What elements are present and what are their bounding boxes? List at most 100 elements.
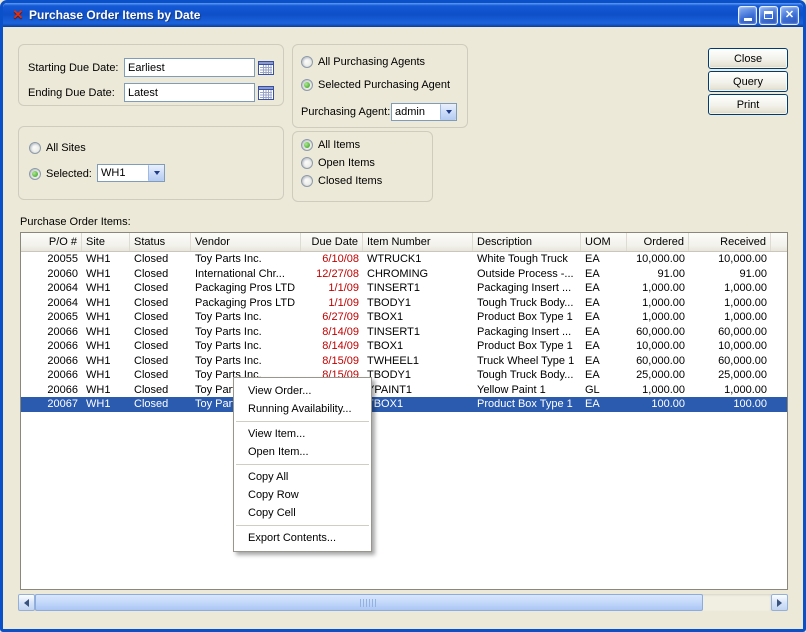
table-cell[interactable]: Packaging Insert ... [473, 281, 581, 296]
table-cell[interactable]: Product Box Type 1 [473, 310, 581, 325]
query-button[interactable]: Query [708, 71, 788, 92]
table-cell[interactable]: Toy Parts Inc. [191, 252, 301, 267]
table-cell[interactable]: Toy Parts Inc. [191, 339, 301, 354]
radio-open-items[interactable]: Open Items [301, 156, 375, 170]
table-row[interactable]: 20066WH1ClosedToy Parts Inc.YPAINT1Yello… [21, 383, 787, 398]
titlebar[interactable]: ✕ Purchase Order Items by Date ✕ [3, 3, 803, 27]
table-cell[interactable]: 20064 [21, 281, 82, 296]
table-cell[interactable]: TINSERT1 [363, 281, 473, 296]
table-cell[interactable]: CHROMING [363, 267, 473, 282]
titlebar-close-button[interactable]: ✕ [780, 6, 799, 25]
menu-item-view-item[interactable]: View Item... [234, 425, 371, 443]
table-cell[interactable]: 20066 [21, 383, 82, 398]
maximize-button[interactable] [759, 6, 778, 25]
site-combo[interactable]: WH1 [97, 164, 165, 182]
column-header-item-number[interactable]: Item Number [363, 233, 473, 251]
menu-item-copy-all[interactable]: Copy All [234, 468, 371, 486]
table-cell[interactable]: WH1 [82, 368, 130, 383]
table-cell[interactable]: WH1 [82, 296, 130, 311]
table-cell[interactable]: EA [581, 339, 627, 354]
horizontal-scrollbar[interactable] [18, 594, 788, 611]
table-cell[interactable]: TBODY1 [363, 368, 473, 383]
table-cell[interactable]: TBOX1 [363, 310, 473, 325]
starting-date-calendar-button[interactable] [257, 59, 275, 77]
table-cell[interactable]: EA [581, 354, 627, 369]
column-header-status[interactable]: Status [130, 233, 191, 251]
table-cell[interactable]: 1,000.00 [689, 296, 771, 311]
table-row[interactable]: 20066WH1ClosedToy Parts Inc.8/14/09TBOX1… [21, 339, 787, 354]
table-cell[interactable]: WH1 [82, 325, 130, 340]
table-row[interactable]: 20065WH1ClosedToy Parts Inc.6/27/09TBOX1… [21, 310, 787, 325]
table-cell[interactable]: 20065 [21, 310, 82, 325]
scroll-track[interactable] [35, 594, 771, 611]
table-cell[interactable]: 10,000.00 [627, 252, 689, 267]
table-cell[interactable]: Product Box Type 1 [473, 397, 581, 412]
table-cell[interactable]: Toy Parts Inc. [191, 325, 301, 340]
column-header-received[interactable]: Received [689, 233, 771, 251]
table-cell[interactable]: EA [581, 281, 627, 296]
table-cell[interactable]: Closed [130, 325, 191, 340]
table-cell[interactable]: EA [581, 267, 627, 282]
table-cell[interactable]: 1,000.00 [689, 383, 771, 398]
table-cell[interactable]: WH1 [82, 354, 130, 369]
table-cell[interactable]: 25,000.00 [627, 368, 689, 383]
radio-closed-items[interactable]: Closed Items [301, 174, 382, 188]
table-cell[interactable]: Closed [130, 354, 191, 369]
table-cell[interactable]: 1,000.00 [689, 310, 771, 325]
table-cell[interactable]: TBODY1 [363, 296, 473, 311]
table-cell[interactable]: 20067 [21, 397, 82, 412]
radio-all-sites[interactable]: All Sites [29, 141, 86, 155]
ending-date-calendar-button[interactable] [257, 84, 275, 102]
table-cell[interactable]: GL [581, 383, 627, 398]
table-cell[interactable]: YPAINT1 [363, 383, 473, 398]
table-cell[interactable]: 60,000.00 [627, 354, 689, 369]
minimize-button[interactable] [738, 6, 757, 25]
table-cell[interactable]: 1/1/09 [301, 281, 363, 296]
table-cell[interactable]: Outside Process -... [473, 267, 581, 282]
table-cell[interactable]: 1,000.00 [627, 310, 689, 325]
table-row[interactable]: 20066WH1ClosedToy Parts Inc.8/15/09TWHEE… [21, 354, 787, 369]
menu-item-open-item[interactable]: Open Item... [234, 443, 371, 461]
table-cell[interactable]: EA [581, 252, 627, 267]
table-cell[interactable]: EA [581, 325, 627, 340]
scroll-left-button[interactable] [18, 594, 35, 611]
table-cell[interactable]: EA [581, 296, 627, 311]
scroll-right-button[interactable] [771, 594, 788, 611]
radio-all-purchasing-agents[interactable]: All Purchasing Agents [301, 55, 425, 69]
table-cell[interactable]: 1,000.00 [627, 383, 689, 398]
table-cell[interactable]: 60,000.00 [627, 325, 689, 340]
table-cell[interactable]: 1,000.00 [689, 281, 771, 296]
table-cell[interactable]: Packaging Pros LTD [191, 296, 301, 311]
menu-item-copy-cell[interactable]: Copy Cell [234, 504, 371, 522]
table-cell[interactable]: Closed [130, 339, 191, 354]
table-row[interactable]: 20060WH1ClosedInternational Chr...12/27/… [21, 267, 787, 282]
table-cell[interactable]: 60,000.00 [689, 354, 771, 369]
table-cell[interactable]: 20066 [21, 325, 82, 340]
table-cell[interactable]: 91.00 [627, 267, 689, 282]
table-cell[interactable]: 20066 [21, 354, 82, 369]
table-cell[interactable]: 60,000.00 [689, 325, 771, 340]
table-cell[interactable]: WH1 [82, 310, 130, 325]
table-cell[interactable]: 10,000.00 [689, 339, 771, 354]
radio-all-items[interactable]: All Items [301, 138, 360, 152]
table-header[interactable]: P/O # Site Status Vendor Due Date Item N… [21, 233, 787, 252]
table-cell[interactable]: WH1 [82, 339, 130, 354]
table-cell[interactable]: 8/14/09 [301, 325, 363, 340]
ending-due-date-input[interactable] [124, 83, 255, 102]
table-cell[interactable]: 6/10/08 [301, 252, 363, 267]
column-header-vendor[interactable]: Vendor [191, 233, 301, 251]
table-cell[interactable]: Closed [130, 368, 191, 383]
column-header-due-date[interactable]: Due Date [301, 233, 363, 251]
table-cell[interactable]: TWHEEL1 [363, 354, 473, 369]
menu-item-running-availability[interactable]: Running Availability... [234, 400, 371, 418]
table-row[interactable]: 20064WH1ClosedPackaging Pros LTD1/1/09TI… [21, 281, 787, 296]
column-header-po-number[interactable]: P/O # [21, 233, 82, 251]
table-cell[interactable]: EA [581, 310, 627, 325]
table-cell[interactable]: Tough Truck Body... [473, 296, 581, 311]
starting-due-date-input[interactable] [124, 58, 255, 77]
table-cell[interactable]: WH1 [82, 383, 130, 398]
menu-item-view-order[interactable]: View Order... [234, 382, 371, 400]
menu-item-copy-row[interactable]: Copy Row [234, 486, 371, 504]
table-cell[interactable]: 1/1/09 [301, 296, 363, 311]
table-cell[interactable]: Yellow Paint 1 [473, 383, 581, 398]
